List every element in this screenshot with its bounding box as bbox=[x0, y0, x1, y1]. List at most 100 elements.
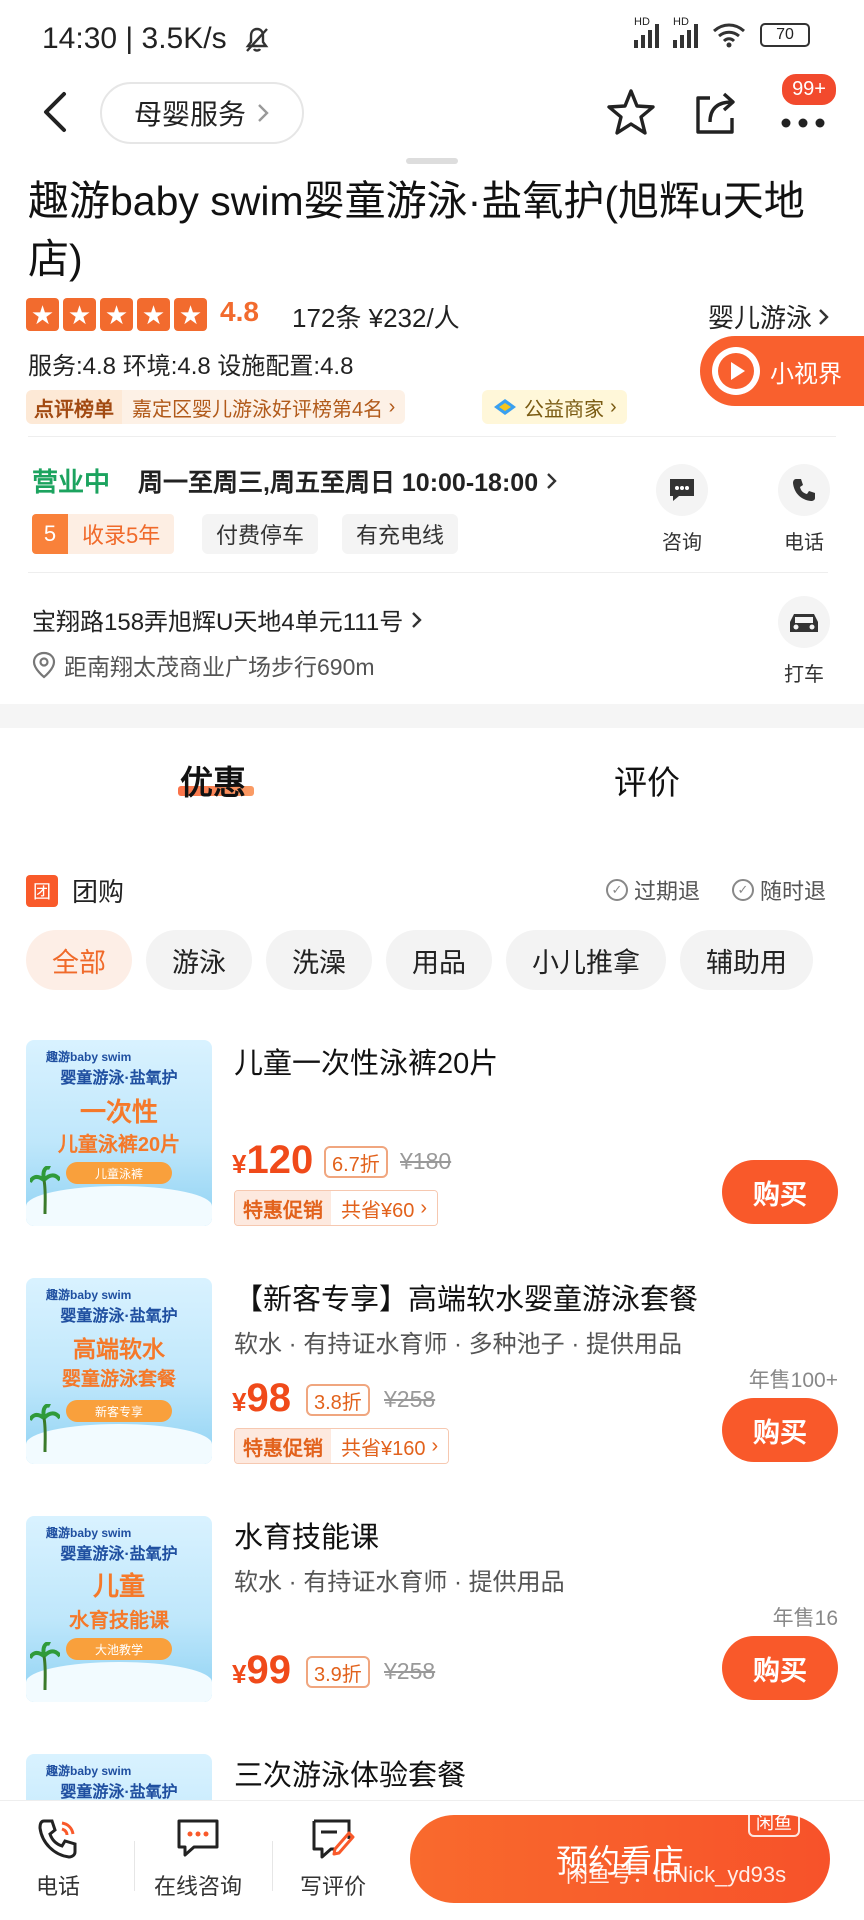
play-icon bbox=[712, 347, 760, 395]
price-value: 99 bbox=[246, 1648, 291, 1692]
palm-tree-icon bbox=[30, 1642, 60, 1691]
share-icon[interactable] bbox=[688, 86, 742, 140]
years-number: 5 bbox=[32, 514, 68, 554]
facility-tag: 付费停车 bbox=[202, 514, 319, 554]
star-icon: ★ bbox=[63, 298, 96, 331]
consult-label: 咨询 bbox=[662, 532, 702, 554]
deal-subtitle: 软水 · 有持证水育师 · 提供用品 bbox=[234, 1569, 565, 1596]
check-circle-icon: ✓ bbox=[606, 879, 628, 901]
tab-offers[interactable]: 优惠 bbox=[180, 756, 246, 804]
charity-icon bbox=[494, 399, 516, 415]
tab-reviews[interactable]: 评价 bbox=[614, 756, 680, 804]
distance-text: 距南翔太茂商业广场步行690m bbox=[64, 654, 375, 680]
deal-thumbnail: 趣游baby swim 婴童游泳·盐氧护 一次性 儿童泳裤20片 儿童泳裤 bbox=[26, 1040, 212, 1226]
divider bbox=[28, 572, 828, 573]
deal-item[interactable]: 趣游baby swim 婴童游泳·盐氧护 一次性 儿童泳裤20片 儿童泳裤 儿童… bbox=[0, 1030, 864, 1230]
taxi-button[interactable]: 打车 bbox=[764, 596, 844, 687]
section-gap bbox=[0, 704, 864, 728]
write-review-button[interactable]: 写评价 bbox=[300, 1815, 366, 1901]
ranking-tag[interactable]: 点评榜单 嘉定区婴儿游泳好评榜第4名 › bbox=[26, 390, 406, 424]
category-link[interactable]: 婴儿游泳 bbox=[708, 298, 830, 335]
promo-tag: 特惠促销 共省¥160 › bbox=[234, 1428, 450, 1464]
bottom-phone-button[interactable]: 电话 bbox=[34, 1815, 82, 1901]
deal-item[interactable]: 趣游baby swim 婴童游泳·盐氧护 三次游泳体验套餐 bbox=[0, 1744, 864, 1800]
thumb-brand: 趣游baby swim bbox=[46, 1050, 132, 1064]
chat-icon bbox=[177, 1819, 219, 1857]
charity-label: 公益商家 bbox=[524, 398, 604, 421]
palm-tree-icon bbox=[30, 1404, 60, 1453]
status-icons: HD HD 70 bbox=[634, 16, 810, 48]
notification-badge: 99+ bbox=[780, 72, 838, 107]
consult-button[interactable]: 咨询 bbox=[642, 464, 722, 555]
thumb-line2: 水育技能课 bbox=[69, 1610, 169, 1632]
deal-thumbnail: 趣游baby swim 婴童游泳·盐氧护 儿童 水育技能课 大池教学 bbox=[26, 1516, 212, 1702]
online-consult-label: 在线咨询 bbox=[154, 1874, 243, 1899]
drag-handle[interactable] bbox=[406, 158, 458, 164]
star-icon: ★ bbox=[100, 298, 133, 331]
filter-chip[interactable]: 全部 bbox=[26, 930, 132, 990]
deal-thumbnail: 趣游baby swim 婴童游泳·盐氧护 bbox=[26, 1754, 212, 1800]
thumb-brand-sub: 婴童游泳·盐氧护 bbox=[60, 1070, 178, 1087]
sales-count: 年售100+ bbox=[748, 1369, 838, 1392]
thumb-brand-sub: 婴童游泳·盐氧护 bbox=[60, 1784, 178, 1800]
charity-tag[interactable]: 公益商家 › bbox=[482, 390, 627, 424]
thumb-line1: 一次性 bbox=[79, 1097, 158, 1127]
deal-price: ¥98 bbox=[232, 1376, 291, 1421]
status-time: 14:30 | 3.5K/s bbox=[42, 22, 227, 55]
thumb-brand: 趣游baby swim bbox=[46, 1764, 132, 1778]
filter-chip[interactable]: 用品 bbox=[386, 930, 492, 990]
hd-label: HD bbox=[634, 16, 650, 28]
battery-icon: 70 bbox=[760, 23, 810, 47]
mini-video-label: 小视界 bbox=[770, 360, 842, 388]
favorite-star-icon[interactable] bbox=[604, 86, 658, 140]
open-status: 营业中 bbox=[32, 467, 111, 497]
filter-chip[interactable]: 小儿推拿 bbox=[506, 930, 666, 990]
deal-title: 水育技能课 bbox=[234, 1522, 380, 1554]
deal-thumbnail: 趣游baby swim 婴童游泳·盐氧护 高端软水 婴童游泳套餐 新客专享 bbox=[26, 1278, 212, 1464]
taxi-label: 打车 bbox=[784, 664, 824, 686]
business-hours-text: 周一至周三,周五至周日 10:00-18:00 bbox=[138, 469, 539, 497]
chat-icon bbox=[656, 464, 708, 516]
filter-chip[interactable]: 辅助用 bbox=[680, 930, 813, 990]
car-icon bbox=[778, 596, 830, 648]
thumb-line1: 儿童 bbox=[92, 1571, 145, 1601]
discount-badge: 6.7折 bbox=[324, 1146, 388, 1178]
deal-subtitle: 软水 · 有持证水育师 · 多种池子 · 提供用品 bbox=[234, 1331, 682, 1358]
refund-policy-expired: ✓ 过期退 bbox=[606, 874, 700, 906]
chevron-right-icon: › bbox=[610, 395, 617, 418]
divider bbox=[28, 436, 836, 437]
thumb-line1: 高端软水 bbox=[73, 1336, 165, 1362]
distance-info: 距南翔太茂商业广场步行690m bbox=[32, 648, 375, 682]
buy-button[interactable]: 购买 bbox=[722, 1636, 838, 1700]
rating-stars: ★ ★ ★ ★ ★ bbox=[26, 298, 207, 331]
sub-scores: 服务:4.8 环境:4.8 设施配置:4.8 bbox=[28, 353, 354, 380]
star-icon: ★ bbox=[26, 298, 59, 331]
star-icon: ★ bbox=[137, 298, 170, 331]
category-chip[interactable]: 母婴服务 bbox=[100, 82, 305, 144]
filter-chip[interactable]: 洗澡 bbox=[266, 930, 372, 990]
currency-symbol: ¥ bbox=[232, 1149, 247, 1179]
online-consult-button[interactable]: 在线咨询 bbox=[154, 1815, 242, 1901]
watermark-text: 闲鱼号：tbNick_yd93s bbox=[566, 1862, 787, 1887]
rating-value: 4.8 bbox=[220, 296, 259, 327]
status-bar: 14:30 | 3.5K/s HD HD 70 bbox=[0, 0, 864, 80]
promo-label: 特惠促销 bbox=[235, 1429, 331, 1463]
wifi-icon bbox=[713, 23, 745, 48]
currency-symbol: ¥ bbox=[232, 1659, 247, 1689]
thumb-brand-sub: 婴童游泳·盐氧护 bbox=[60, 1308, 178, 1325]
deal-item[interactable]: 趣游baby swim 婴童游泳·盐氧护 儿童 水育技能课 大池教学 水育技能课… bbox=[0, 1506, 864, 1706]
price-value: 98 bbox=[246, 1376, 291, 1420]
original-price: ¥258 bbox=[384, 1658, 436, 1684]
address[interactable]: 宝翔路158弄旭辉U天地4单元111号 bbox=[32, 602, 423, 637]
phone-button[interactable]: 电话 bbox=[764, 464, 844, 555]
buy-button[interactable]: 购买 bbox=[722, 1160, 838, 1224]
reviews-and-price[interactable]: 172条 ¥232/人 bbox=[292, 298, 460, 335]
palm-tree-icon bbox=[30, 1166, 60, 1215]
mini-video-button[interactable]: 小视界 bbox=[700, 336, 864, 406]
business-hours[interactable]: 周一至周三,周五至周日 10:00-18:00 bbox=[138, 463, 558, 499]
discount-badge: 3.9折 bbox=[306, 1656, 370, 1688]
filter-chip[interactable]: 游泳 bbox=[146, 930, 252, 990]
deal-item[interactable]: 趣游baby swim 婴童游泳·盐氧护 高端软水 婴童游泳套餐 新客专享 【新… bbox=[0, 1268, 864, 1468]
back-icon[interactable] bbox=[36, 88, 76, 136]
buy-button[interactable]: 购买 bbox=[722, 1398, 838, 1462]
